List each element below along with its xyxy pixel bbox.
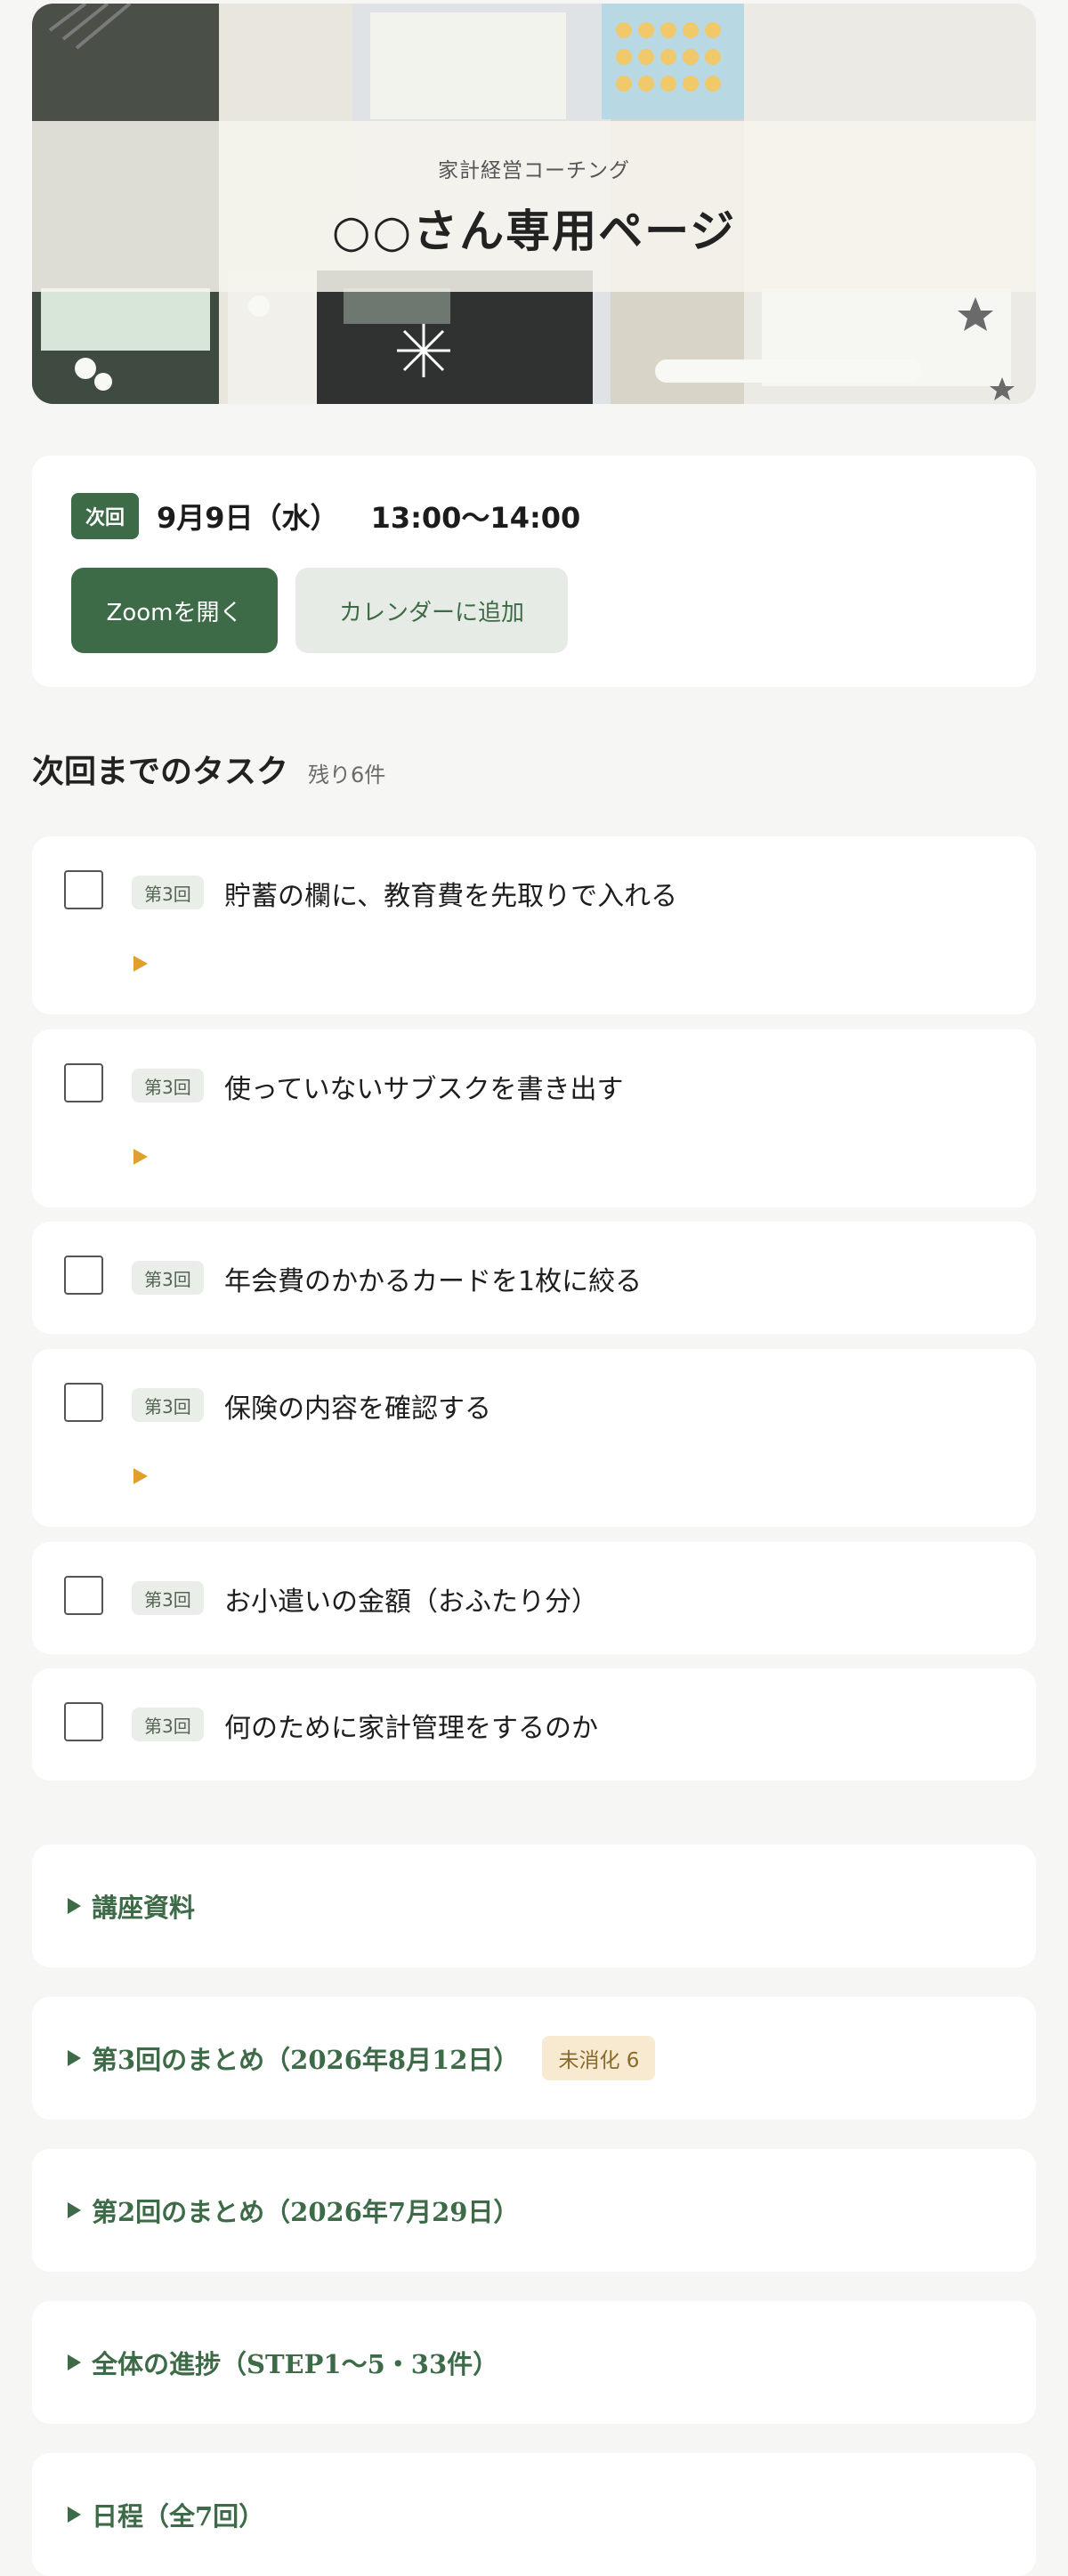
- next-session-date: 9月9日（水）: [157, 501, 339, 535]
- expand-triangle-icon[interactable]: [134, 1468, 148, 1484]
- task-item: 第3回 お小遣いの金額（おふたり分）: [32, 1542, 1036, 1654]
- accordion-session2-summary[interactable]: 第2回のまとめ（2026年7月29日）: [32, 2149, 1036, 2272]
- task-section-header: 次回までのタスク 残り6件: [32, 746, 385, 792]
- task-text: 保険の内容を確認する: [224, 1393, 491, 1425]
- task-section-title: 次回までのタスク: [32, 753, 289, 790]
- task-text: 貯蓄の欄に、教育費を先取りで入れる: [224, 881, 678, 912]
- task-remaining-count: 残り6件: [308, 763, 386, 787]
- accordion-label: 第2回のまとめ（2026年7月29日）: [92, 2197, 520, 2227]
- unprocessed-badge: 未消化 6: [542, 2036, 656, 2080]
- accordion-header: 講座資料: [68, 1845, 195, 1967]
- accordion-header: 日程（全7回）: [68, 2453, 264, 2576]
- task-text: 年会費のかかるカードを1枚に絞る: [224, 1266, 643, 1297]
- task-session-tag: 第3回: [132, 1261, 204, 1295]
- task-text: 何のために家計管理をするのか: [224, 1713, 598, 1744]
- accordion-schedule[interactable]: 日程（全7回）: [32, 2453, 1036, 2576]
- task-item: 第3回 使っていないサブスクを書き出す: [32, 1030, 1036, 1207]
- hero-subtitle: 家計経営コーチング: [438, 159, 630, 182]
- task-session-tag: 第3回: [132, 1581, 204, 1615]
- accordion-label: 講座資料: [92, 1893, 196, 1923]
- task-session-tag: 第3回: [132, 876, 204, 909]
- accordion-session3-summary[interactable]: 第3回のまとめ（2026年8月12日） 未消化 6: [32, 1997, 1036, 2120]
- task-session-tag: 第3回: [132, 1069, 204, 1102]
- page: 家計経営コーチング ○○さん専用ページ 次回 9月9日（水） 13:00〜14:…: [0, 0, 1068, 2576]
- accordion-label: 全体の進捗（STEP1〜5・33件）: [92, 2349, 499, 2379]
- task-session-tag: 第3回: [132, 1388, 204, 1422]
- task-text: お小遣いの金額（おふたり分）: [224, 1587, 598, 1618]
- accordion-label: 第3回のまとめ（2026年8月12日）: [92, 2045, 520, 2075]
- task-checkbox[interactable]: [64, 870, 103, 909]
- accordion-header: 第2回のまとめ（2026年7月29日）: [68, 2149, 519, 2272]
- hero-banner: 家計経営コーチング ○○さん専用ページ: [32, 4, 1036, 404]
- expand-triangle-icon[interactable]: [134, 956, 148, 972]
- caret-right-icon: [68, 2507, 81, 2523]
- task-item: 第3回 貯蓄の欄に、教育費を先取りで入れる: [32, 836, 1036, 1014]
- next-session-time: 13:00〜14:00: [370, 501, 581, 535]
- caret-right-icon: [68, 2354, 81, 2370]
- hero-title-band: 家計経営コーチング ○○さん専用ページ: [32, 121, 1036, 292]
- task-item: 第3回 何のために家計管理をするのか: [32, 1668, 1036, 1781]
- accordion-label: 日程（全7回）: [92, 2501, 265, 2532]
- caret-right-icon: [68, 1898, 81, 1914]
- task-checkbox[interactable]: [64, 1576, 103, 1615]
- page-title: ○○さん専用ページ: [331, 205, 737, 257]
- expand-triangle-icon[interactable]: [134, 1149, 148, 1165]
- next-session-badge: 次回: [71, 493, 140, 539]
- caret-right-icon: [68, 2202, 81, 2218]
- task-item: 第3回 年会費のかかるカードを1枚に絞る: [32, 1222, 1036, 1334]
- accordion-header: 全体の進捗（STEP1〜5・33件）: [68, 2301, 498, 2424]
- accordion-course-materials[interactable]: 講座資料: [32, 1845, 1036, 1967]
- task-session-tag: 第3回: [132, 1708, 204, 1741]
- task-checkbox[interactable]: [64, 1702, 103, 1741]
- task-item: 第3回 保険の内容を確認する: [32, 1349, 1036, 1527]
- add-to-calendar-button[interactable]: カレンダーに追加: [295, 568, 568, 653]
- next-session-card: 次回 9月9日（水） 13:00〜14:00 Zoomを開く カレンダーに追加: [32, 456, 1036, 687]
- task-text: 使っていないサブスクを書き出す: [224, 1074, 624, 1105]
- accordion-header: 第3回のまとめ（2026年8月12日） 未消化 6: [68, 1997, 656, 2120]
- next-session-row: 次回 9月9日（水） 13:00〜14:00: [71, 493, 580, 539]
- caret-right-icon: [68, 2050, 81, 2066]
- accordion-overall-progress[interactable]: 全体の進捗（STEP1〜5・33件）: [32, 2301, 1036, 2424]
- task-checkbox[interactable]: [64, 1383, 103, 1422]
- task-checkbox[interactable]: [64, 1063, 103, 1102]
- task-checkbox[interactable]: [64, 1256, 103, 1295]
- open-zoom-button[interactable]: Zoomを開く: [71, 568, 278, 653]
